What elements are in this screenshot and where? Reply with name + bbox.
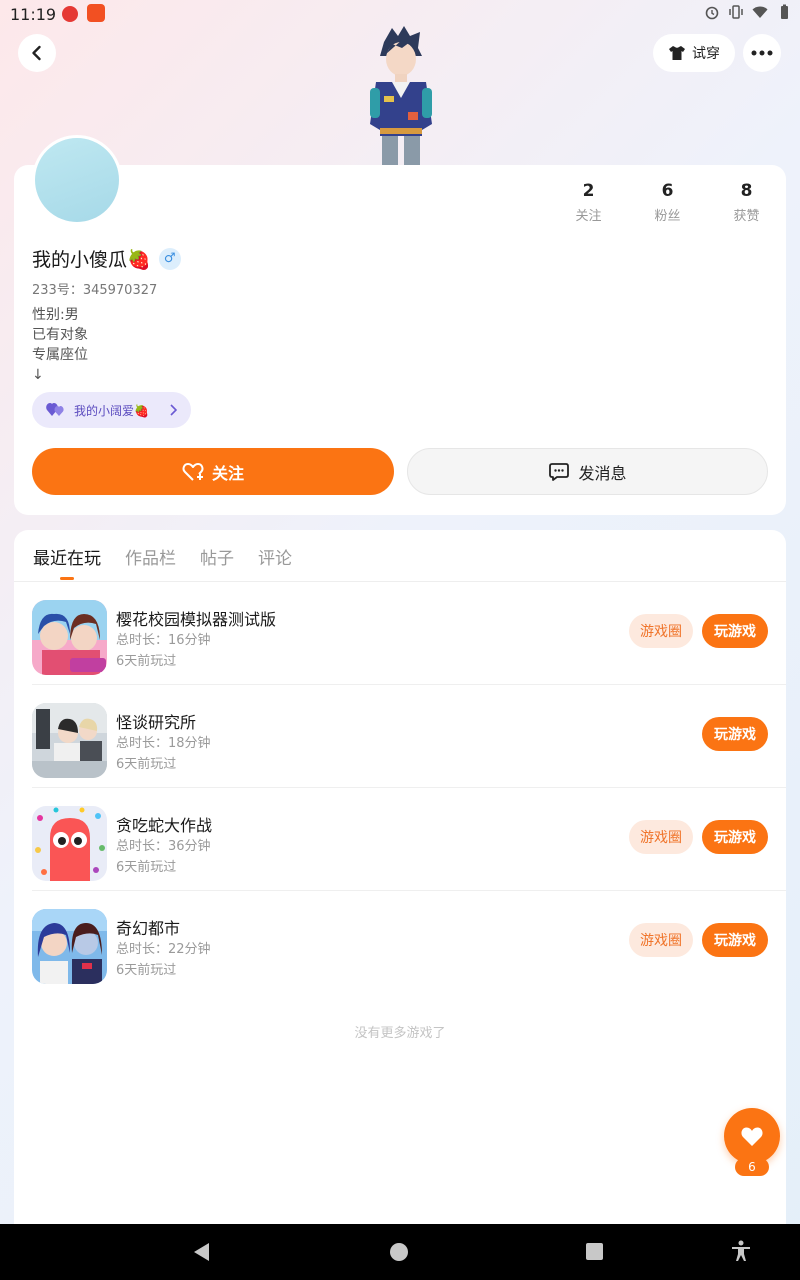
character-figure [370,26,432,166]
profile-card: 2 关注 6 粉丝 8 获赞 我的小傻瓜🍓 ♂ 233号：345970327 性… [14,135,786,515]
vibrate-icon [729,5,743,19]
game-duration: 总时长：18分钟 [116,736,211,751]
game-circle-button[interactable]: 游戏圈 [629,614,693,648]
stat-value: 6 [661,181,674,201]
game-icon-fantasy-city[interactable] [32,909,107,984]
male-gender-icon: ♂ [158,247,181,270]
tab-works[interactable]: 作品栏 [125,544,176,569]
stat-likes[interactable]: 8 获赞 [707,181,786,224]
like-count-badge: 6 [735,1158,769,1176]
message-label: 发消息 [578,463,627,483]
tab-recent-played[interactable]: 最近在玩 [33,544,101,569]
user-id: 233号：345970327 [32,283,158,298]
game-meta: 总时长：22分钟 6天前玩过 [116,939,211,981]
status-icons [704,4,792,20]
game-meta: 总时长：18分钟 6天前玩过 [116,733,211,775]
double-heart-icon [46,403,64,416]
bio: 性别:男 已有对象 专属座位 ↓ [32,305,88,385]
tab-bar: 最近在玩 作品栏 帖子 评论 [33,544,292,569]
bio-line: ↓ [32,367,44,383]
game-duration: 总时长：22分钟 [116,942,211,957]
tshirt-icon [669,46,685,60]
game-meta: 总时长：16分钟 6天前玩过 [116,630,211,672]
game-last-played: 6天前玩过 [116,860,177,875]
status-time: 11:19 [10,5,57,24]
send-message-button[interactable]: 发消息 [407,448,768,495]
heart-icon [741,1127,763,1146]
game-icon-snake[interactable] [32,806,107,881]
stat-following[interactable]: 2 关注 [549,181,628,224]
game-title: 怪谈研究所 [116,713,197,732]
cp-relationship-tag[interactable]: 我的小阔爱🍓 [32,392,191,428]
content-card: 最近在玩 作品栏 帖子 评论 樱花校园模拟器测试版 总时长：16分钟 6天前玩过… [14,530,786,1230]
chevron-left-icon [32,45,41,61]
game-circle-button[interactable]: 游戏圈 [629,820,693,854]
game-duration: 总时长：36分钟 [116,839,211,854]
game-title: 奇幻都市 [116,919,181,938]
chevron-right-icon [170,404,177,416]
stat-value: 8 [740,181,753,201]
tomato-app-icon [62,6,78,22]
back-button[interactable] [18,34,56,72]
bio-line: 专属座位 [32,347,88,363]
no-more-games-text: 没有更多游戏了 [354,1026,446,1041]
follow-button[interactable]: 关注 [32,448,394,495]
game-last-played: 6天前玩过 [116,757,177,772]
like-fab-button[interactable] [724,1108,780,1164]
stat-fans[interactable]: 6 粉丝 [628,181,707,224]
username-row: 我的小傻瓜🍓 ♂ [32,245,181,272]
try-on-label: 试穿 [692,46,720,62]
app-notification-icon [87,4,105,22]
tab-comments[interactable]: 评论 [258,544,292,569]
more-options-button[interactable] [743,34,781,72]
active-tab-indicator [60,577,74,580]
chat-bubble-icon [549,462,570,481]
alarm-icon [705,6,719,20]
nav-recent-apps-icon[interactable] [586,1243,603,1260]
game-circle-button[interactable]: 游戏圈 [629,923,693,957]
username: 我的小傻瓜🍓 [32,249,151,271]
game-row[interactable]: 奇幻都市 总时长：22分钟 6天前玩过 游戏圈 玩游戏 [32,891,786,994]
stat-value: 2 [582,181,595,201]
game-icon-sakura[interactable] [32,600,107,675]
nav-back-icon[interactable] [192,1242,212,1262]
system-navigation-bar [0,1224,800,1280]
accessibility-icon[interactable] [731,1240,751,1262]
more-dots-icon [751,50,773,56]
bio-line: 性别:男 [32,307,79,323]
game-row[interactable]: 樱花校园模拟器测试版 总时长：16分钟 6天前玩过 游戏圈 玩游戏 [32,582,786,685]
play-game-button[interactable]: 玩游戏 [702,923,768,957]
game-row[interactable]: 怪谈研究所 总时长：18分钟 6天前玩过 玩游戏 [32,685,786,788]
game-row[interactable]: 贪吃蛇大作战 总时长：36分钟 6天前玩过 游戏圈 玩游戏 [32,788,786,891]
play-game-button[interactable]: 玩游戏 [702,717,768,751]
follow-label: 关注 [211,463,244,483]
stat-label: 获赞 [733,209,760,224]
heart-plus-icon [182,462,204,481]
game-meta: 总时长：36分钟 6天前玩过 [116,836,211,878]
game-last-played: 6天前玩过 [116,963,177,978]
bio-line: 已有对象 [32,327,88,343]
try-on-button[interactable]: 试穿 [653,34,735,72]
play-game-button[interactable]: 玩游戏 [702,820,768,854]
stat-label: 关注 [575,209,602,224]
play-game-button[interactable]: 玩游戏 [702,614,768,648]
wifi-icon [752,6,768,18]
game-title: 贪吃蛇大作战 [116,816,213,835]
avatar[interactable] [32,135,122,225]
game-duration: 总时长：16分钟 [116,633,211,648]
cp-tag-label: 我的小阔爱🍓 [74,403,149,418]
game-icon-ghost-lab[interactable] [32,703,107,778]
battery-icon [781,4,788,19]
game-last-played: 6天前玩过 [116,654,177,669]
profile-stats: 2 关注 6 粉丝 8 获赞 [549,181,786,224]
nav-home-icon[interactable] [390,1243,408,1261]
stat-label: 粉丝 [654,209,681,224]
game-title: 樱花校园模拟器测试版 [116,610,277,629]
tab-posts[interactable]: 帖子 [200,544,234,569]
avatar-character-image[interactable] [362,26,440,166]
